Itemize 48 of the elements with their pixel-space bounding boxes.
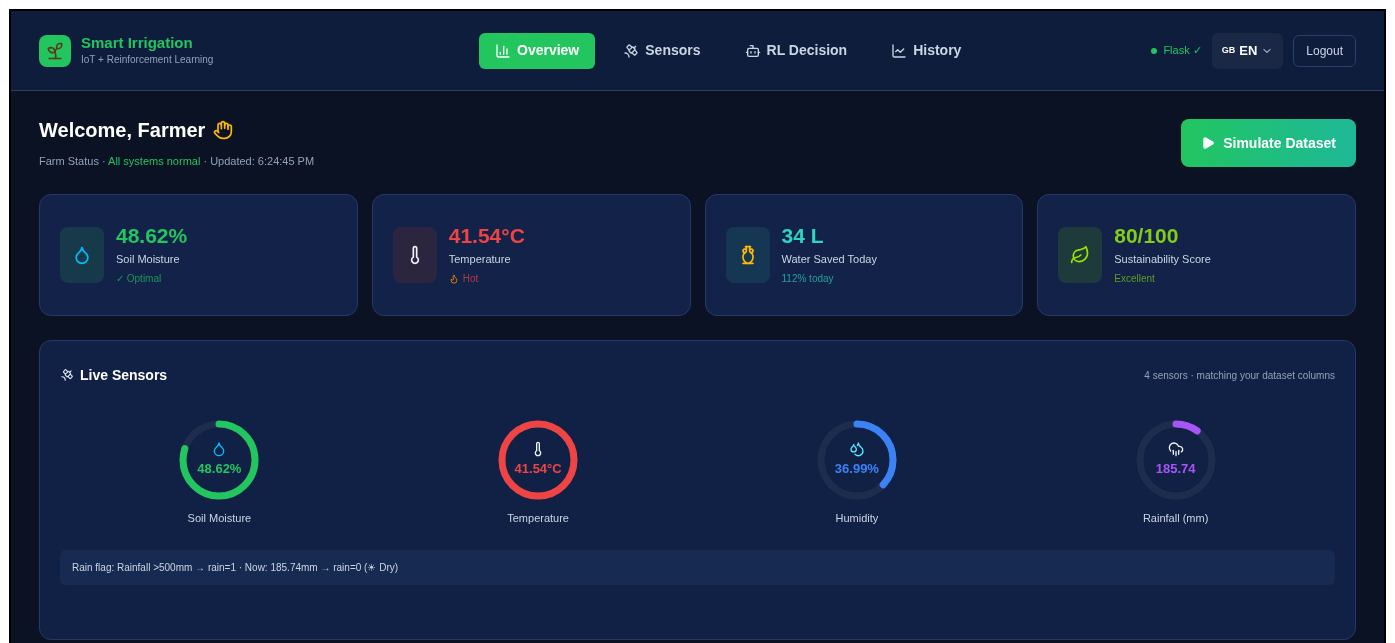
stat-label: Temperature xyxy=(448,251,512,267)
sprout-icon xyxy=(45,40,65,61)
stat-note: Hot xyxy=(462,272,479,287)
gauge-value: 48.62% xyxy=(197,459,242,478)
stat-value: 34 L xyxy=(781,222,825,249)
gauge-value: 185.74 xyxy=(1155,459,1196,478)
line-chart-icon xyxy=(891,42,908,59)
nav-tab[interactable]: History xyxy=(875,32,978,69)
stat-icon xyxy=(1058,226,1103,283)
stat-icon xyxy=(60,226,104,283)
bar-chart-icon xyxy=(495,42,511,59)
gauge-label: Humidity xyxy=(835,510,879,526)
stat-note: 112% today xyxy=(781,272,834,287)
app-title: Smart Irrigation xyxy=(81,33,194,53)
stat-label: Sustainability Score xyxy=(1114,251,1211,267)
server-status: Flask ✓ xyxy=(1151,42,1202,59)
panel-subtitle: 4 sensors · matching your dataset columns xyxy=(1144,368,1335,383)
gauge-label: Rainfall (mm) xyxy=(1142,510,1209,526)
nav-tab[interactable]: RL Decision xyxy=(728,32,864,69)
stat-value: 80/100 xyxy=(1114,222,1180,249)
play-icon xyxy=(1201,136,1216,150)
gauge-icon xyxy=(1167,440,1184,457)
panel-title: Live Sensors xyxy=(80,365,168,385)
farm-status: Farm Status · All systems normal · Updated: 6:24:45 PM xyxy=(39,154,315,169)
satellite-icon xyxy=(623,42,640,59)
stat-note: Excellent xyxy=(1114,272,1155,287)
gauge-icon xyxy=(848,440,865,457)
waving-hand-icon xyxy=(213,120,234,140)
gauge-label: Soil Moisture xyxy=(187,510,252,526)
welcome-heading: Welcome, Farmer xyxy=(39,118,206,143)
stat-value: 48.62% xyxy=(116,222,188,249)
language-select[interactable]: GB EN xyxy=(1211,32,1284,69)
gauge-value: 36.99% xyxy=(834,459,879,478)
rain-flag-note: Rain flag: Rainfall >500mm → rain=1 · Now: 185.74mm → rain=0 (☀ Dry) xyxy=(60,550,1335,585)
stat-icon xyxy=(392,226,437,283)
stat-icon xyxy=(725,226,770,283)
stat-label: Soil Moisture xyxy=(116,251,181,267)
robot-icon xyxy=(744,42,761,59)
flame-icon xyxy=(448,273,459,284)
app-subtitle: IoT + Reinforcement Learning xyxy=(81,53,214,68)
gauge-value: 41.54°C xyxy=(514,459,562,478)
logout-button[interactable]: Logout xyxy=(1293,34,1356,67)
stat-label: Water Saved Today xyxy=(781,251,877,267)
stat-note: ✓ Optimal xyxy=(116,272,162,287)
stat-value: 41.54°C xyxy=(448,222,525,249)
nav-tab[interactable]: Sensors xyxy=(607,32,717,69)
gauge-label: Temperature xyxy=(507,510,569,526)
satellite-icon xyxy=(60,368,74,382)
